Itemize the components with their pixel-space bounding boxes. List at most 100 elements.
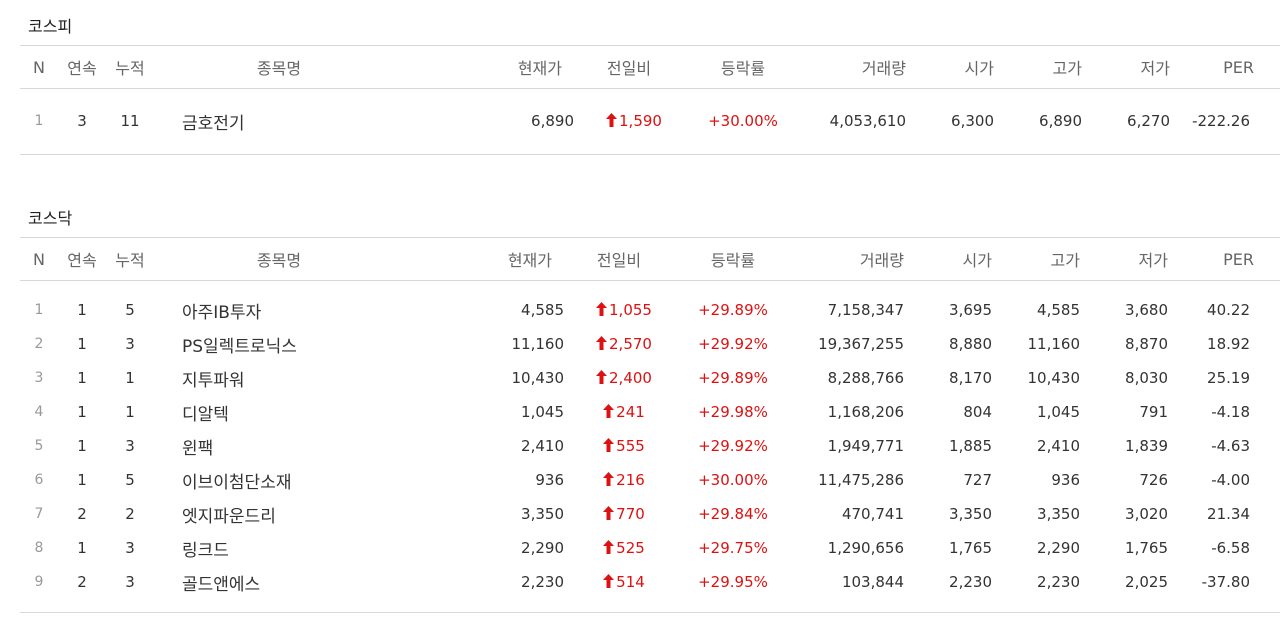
- col-header-per[interactable]: PER: [1172, 237, 1280, 281]
- col-header-rate[interactable]: 등락률: [684, 45, 802, 89]
- col-header-streak[interactable]: 연속: [58, 237, 106, 281]
- per-cell: -4.63: [1211, 437, 1250, 455]
- stock-name-link[interactable]: 링크드: [182, 541, 229, 561]
- up-arrow-icon: [603, 437, 615, 455]
- table-row[interactable]: 7 2 2 엣지파운드리 3,350 770 +29.84% 470,741 3,350 3,35…: [20, 497, 1280, 531]
- stock-name-link[interactable]: 엣지파운드리: [182, 507, 276, 527]
- per-cell: -222.26: [1192, 112, 1250, 130]
- stock-name-link[interactable]: 이브이첨단소재: [182, 473, 291, 493]
- col-header-price[interactable]: 현재가: [404, 45, 574, 89]
- col-header-total[interactable]: 누적: [106, 237, 154, 281]
- total-cell: 2: [125, 505, 135, 523]
- table-row[interactable]: 1 3 11 금호전기 6,890 1,590 +30.00% 4,053,610 6,300 6…: [20, 101, 1280, 141]
- table-row[interactable]: 4 1 1 디알텍 1,045 241 +29.98% 1,168,206 804 1,045 79…: [20, 395, 1280, 429]
- name-cell: 금호전기: [154, 101, 404, 141]
- rate-cell: +29.95%: [698, 573, 768, 591]
- spacer-cell: [20, 281, 1280, 294]
- price-cell: 6,890: [531, 112, 574, 130]
- high-cell: 3,350: [1037, 505, 1080, 523]
- change-value: 514: [616, 573, 645, 591]
- rank-cell: 8: [34, 540, 44, 556]
- rate-cell: +29.84%: [698, 505, 768, 523]
- col-header-low[interactable]: 저가: [1086, 45, 1174, 89]
- table-row[interactable]: 8 1 3 링크드 2,290 525 +29.75% 1,290,656 1,765 2,290…: [20, 531, 1280, 565]
- low-cell: 3,680: [1125, 301, 1168, 319]
- rank-cell: 6: [34, 472, 44, 488]
- stock-name-link[interactable]: 지투파워: [182, 371, 245, 391]
- open-cell: 8,880: [949, 335, 992, 353]
- change-cell: 2,570: [564, 327, 674, 361]
- col-header-total[interactable]: 누적: [106, 45, 154, 89]
- per-cell: 40.22: [1207, 301, 1250, 319]
- total-cell: 1: [125, 403, 135, 421]
- low-cell: 726: [1139, 471, 1168, 489]
- up-arrow-icon: [596, 301, 608, 319]
- rate-cell: +30.00%: [708, 112, 778, 130]
- low-cell: 8,870: [1125, 335, 1168, 353]
- high-cell: 4,585: [1037, 301, 1080, 319]
- rank-cell: 4: [34, 404, 44, 420]
- stock-name-link[interactable]: 금호전기: [182, 114, 245, 134]
- col-header-high[interactable]: 고가: [996, 237, 1084, 281]
- change-value: 2,400: [609, 369, 652, 387]
- volume-cell: 103,844: [841, 573, 904, 591]
- col-header-open[interactable]: 시가: [908, 237, 996, 281]
- high-cell: 1,045: [1037, 403, 1080, 421]
- col-header-volume[interactable]: 거래량: [792, 237, 908, 281]
- section-title-kospi: 코스피: [28, 17, 73, 36]
- stock-name-link[interactable]: 아주IB투자: [182, 303, 261, 323]
- open-cell: 2,230: [949, 573, 992, 591]
- col-header-streak[interactable]: 연속: [58, 45, 106, 89]
- change-cell: 1,590: [574, 101, 684, 141]
- col-header-per[interactable]: PER: [1174, 45, 1280, 89]
- rate-cell: +29.98%: [698, 403, 768, 421]
- high-cell: 6,890: [1039, 112, 1082, 130]
- streak-cell: 2: [77, 573, 87, 591]
- col-header-volume[interactable]: 거래량: [802, 45, 910, 89]
- volume-cell: 1,168,206: [827, 403, 904, 421]
- total-cell: 5: [125, 471, 135, 489]
- rate-cell: +29.89%: [698, 301, 768, 319]
- price-cell: 4,585: [521, 301, 564, 319]
- per-cell: -4.18: [1211, 403, 1250, 421]
- col-header-rate[interactable]: 등락률: [674, 237, 792, 281]
- table-row[interactable]: 5 1 3 윈팩 2,410 555 +29.92% 1,949,771 1,885 2,410 1…: [20, 429, 1280, 463]
- col-header-change[interactable]: 전일비: [574, 45, 684, 89]
- name-cell: 아주IB투자: [154, 293, 404, 327]
- col-header-high[interactable]: 고가: [998, 45, 1086, 89]
- col-header-n[interactable]: N: [20, 45, 58, 89]
- col-header-change[interactable]: 전일비: [564, 237, 674, 281]
- open-cell: 804: [963, 403, 992, 421]
- stock-name-link[interactable]: 디알텍: [182, 405, 229, 425]
- stock-name-link[interactable]: 윈팩: [182, 439, 213, 459]
- volume-cell: 8,288,766: [827, 369, 904, 387]
- low-cell: 791: [1139, 403, 1168, 421]
- up-arrow-icon: [603, 403, 615, 421]
- col-header-open[interactable]: 시가: [910, 45, 998, 89]
- streak-cell: 1: [77, 403, 87, 421]
- table-row[interactable]: 2 1 3 PS일렉트로닉스 11,160 2,570 +29.92% 19,367,255 8…: [20, 327, 1280, 361]
- table-row[interactable]: 6 1 5 이브이첨단소재 936 216 +30.00% 11,475,286 727 936 7…: [20, 463, 1280, 497]
- col-header-low[interactable]: 저가: [1084, 237, 1172, 281]
- name-cell: 골드앤에스: [154, 565, 404, 599]
- low-cell: 1,765: [1125, 539, 1168, 557]
- col-header-n[interactable]: N: [20, 237, 58, 281]
- up-arrow-icon: [596, 335, 608, 353]
- table-row[interactable]: 9 2 3 골드앤에스 2,230 514 +29.95% 103,844 2,230 2,230…: [20, 565, 1280, 599]
- up-arrow-icon: [596, 369, 608, 387]
- col-header-name[interactable]: 종목명: [154, 237, 404, 281]
- col-header-name[interactable]: 종목명: [154, 45, 404, 89]
- total-cell: 3: [125, 335, 135, 353]
- open-cell: 6,300: [951, 112, 994, 130]
- high-cell: 2,290: [1037, 539, 1080, 557]
- table-row[interactable]: 1 1 5 아주IB투자 4,585 1,055 +29.89% 7,158,347 3,695…: [20, 293, 1280, 327]
- total-cell: 3: [125, 573, 135, 591]
- col-header-price[interactable]: 현재가: [404, 237, 564, 281]
- name-cell: 엣지파운드리: [154, 497, 404, 531]
- total-cell: 3: [125, 437, 135, 455]
- stock-name-link[interactable]: PS일렉트로닉스: [182, 337, 297, 357]
- stock-name-link[interactable]: 골드앤에스: [182, 575, 260, 595]
- rank-cell: 3: [34, 370, 44, 386]
- table-row[interactable]: 3 1 1 지투파워 10,430 2,400 +29.89% 8,288,766 8,170 1…: [20, 361, 1280, 395]
- total-cell: 1: [125, 369, 135, 387]
